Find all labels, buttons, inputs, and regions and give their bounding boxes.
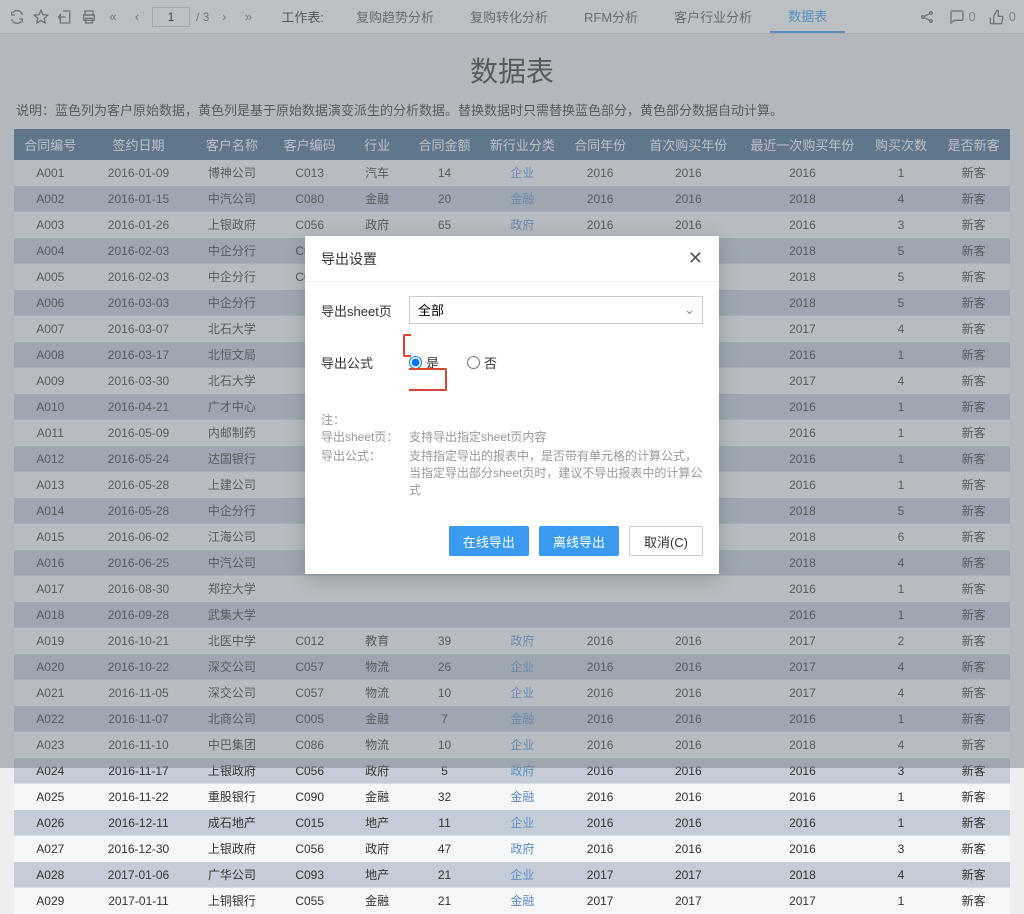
table-cell: 21 <box>408 862 481 888</box>
table-cell: 上铜银行 <box>190 888 273 914</box>
table-cell: 政府 <box>346 836 408 862</box>
table-cell: 2016 <box>636 784 740 810</box>
table-cell: 新客 <box>937 888 1010 914</box>
sheet-label: 导出sheet页 <box>321 301 409 320</box>
table-cell: 2017 <box>564 862 637 888</box>
table-cell: 32 <box>408 784 481 810</box>
table-cell: 金融 <box>346 784 408 810</box>
table-cell: 2016 <box>564 836 637 862</box>
table-row: A0252016-11-22重股银行C090金融32金融201620162016… <box>14 784 1010 810</box>
table-cell: 11 <box>408 810 481 836</box>
modal-overlay: 导出设置 ✕ 导出sheet页 全部 ⌄ 导出公式 <box>0 0 1024 768</box>
table-cell: C015 <box>273 810 346 836</box>
table-cell: 企业 <box>481 862 564 888</box>
radio-no-label: 否 <box>484 353 497 372</box>
table-cell: 1 <box>865 888 938 914</box>
table-cell: 2016 <box>636 810 740 836</box>
online-export-button[interactable]: 在线导出 <box>449 526 529 556</box>
table-cell: 4 <box>865 862 938 888</box>
table-cell: 2017 <box>636 888 740 914</box>
table-cell: 2016-12-30 <box>87 836 191 862</box>
radio-yes-input[interactable] <box>409 356 422 369</box>
offline-export-button[interactable]: 离线导出 <box>539 526 619 556</box>
table-cell: 新客 <box>937 862 1010 888</box>
table-cell: 新客 <box>937 836 1010 862</box>
formula-highlight: 是 否 <box>403 334 703 391</box>
table-cell: A028 <box>14 862 87 888</box>
table-cell: 2016 <box>740 810 865 836</box>
table-cell: 2016 <box>564 784 637 810</box>
table-cell: 2017 <box>564 888 637 914</box>
table-cell: 政府 <box>481 836 564 862</box>
table-cell: 企业 <box>481 810 564 836</box>
table-cell: C055 <box>273 888 346 914</box>
table-cell: 21 <box>408 888 481 914</box>
sheet-select[interactable]: 全部 <box>409 296 703 324</box>
table-cell: 2016 <box>740 836 865 862</box>
help-block: 注： 导出sheet页：支持导出指定sheet页内容 导出公式：支持指定导出的报… <box>321 401 703 512</box>
table-row: A0282017-01-06广华公司C093地产21企业201720172018… <box>14 862 1010 888</box>
radio-no-input[interactable] <box>467 356 480 369</box>
table-cell: C090 <box>273 784 346 810</box>
table-cell: 2018 <box>740 862 865 888</box>
table-cell: 2016 <box>636 836 740 862</box>
table-cell: A025 <box>14 784 87 810</box>
table-cell: 2017 <box>740 888 865 914</box>
table-cell: 广华公司 <box>190 862 273 888</box>
table-cell: 新客 <box>937 784 1010 810</box>
table-cell: 金融 <box>481 888 564 914</box>
table-cell: 成石地产 <box>190 810 273 836</box>
cancel-button[interactable]: 取消(C) <box>629 526 703 556</box>
table-cell: A029 <box>14 888 87 914</box>
table-cell: A027 <box>14 836 87 862</box>
table-cell: C093 <box>273 862 346 888</box>
table-cell: 2017 <box>636 862 740 888</box>
table-row: A0262016-12-11成石地产C015地产11企业201620162016… <box>14 810 1010 836</box>
table-cell: 地产 <box>346 810 408 836</box>
table-cell: 3 <box>865 836 938 862</box>
table-cell: A026 <box>14 810 87 836</box>
table-cell: 金融 <box>346 888 408 914</box>
formula-yes-radio[interactable]: 是 <box>409 353 439 372</box>
table-cell: 2016-12-11 <box>87 810 191 836</box>
table-cell: 2017-01-11 <box>87 888 191 914</box>
table-cell: 1 <box>865 784 938 810</box>
table-cell: 2016 <box>740 784 865 810</box>
table-cell: 2016-11-22 <box>87 784 191 810</box>
close-icon[interactable]: ✕ <box>688 248 703 269</box>
table-cell: 47 <box>408 836 481 862</box>
dialog-title: 导出设置 <box>321 249 377 269</box>
table-cell: 重股银行 <box>190 784 273 810</box>
table-cell: 2016 <box>564 810 637 836</box>
table-cell: 地产 <box>346 862 408 888</box>
radio-yes-label: 是 <box>426 353 439 372</box>
table-row: A0272016-12-30上银政府C056政府47政府201620162016… <box>14 836 1010 862</box>
table-cell: 2017-01-06 <box>87 862 191 888</box>
table-cell: 上银政府 <box>190 836 273 862</box>
table-cell: 新客 <box>937 810 1010 836</box>
table-cell: C056 <box>273 836 346 862</box>
table-cell: 1 <box>865 810 938 836</box>
table-cell: 金融 <box>481 784 564 810</box>
formula-no-radio[interactable]: 否 <box>467 353 497 372</box>
formula-label: 导出公式 <box>321 353 409 372</box>
table-row: A0292017-01-11上铜银行C055金融21金融201720172017… <box>14 888 1010 914</box>
export-dialog: 导出设置 ✕ 导出sheet页 全部 ⌄ 导出公式 <box>305 236 719 574</box>
